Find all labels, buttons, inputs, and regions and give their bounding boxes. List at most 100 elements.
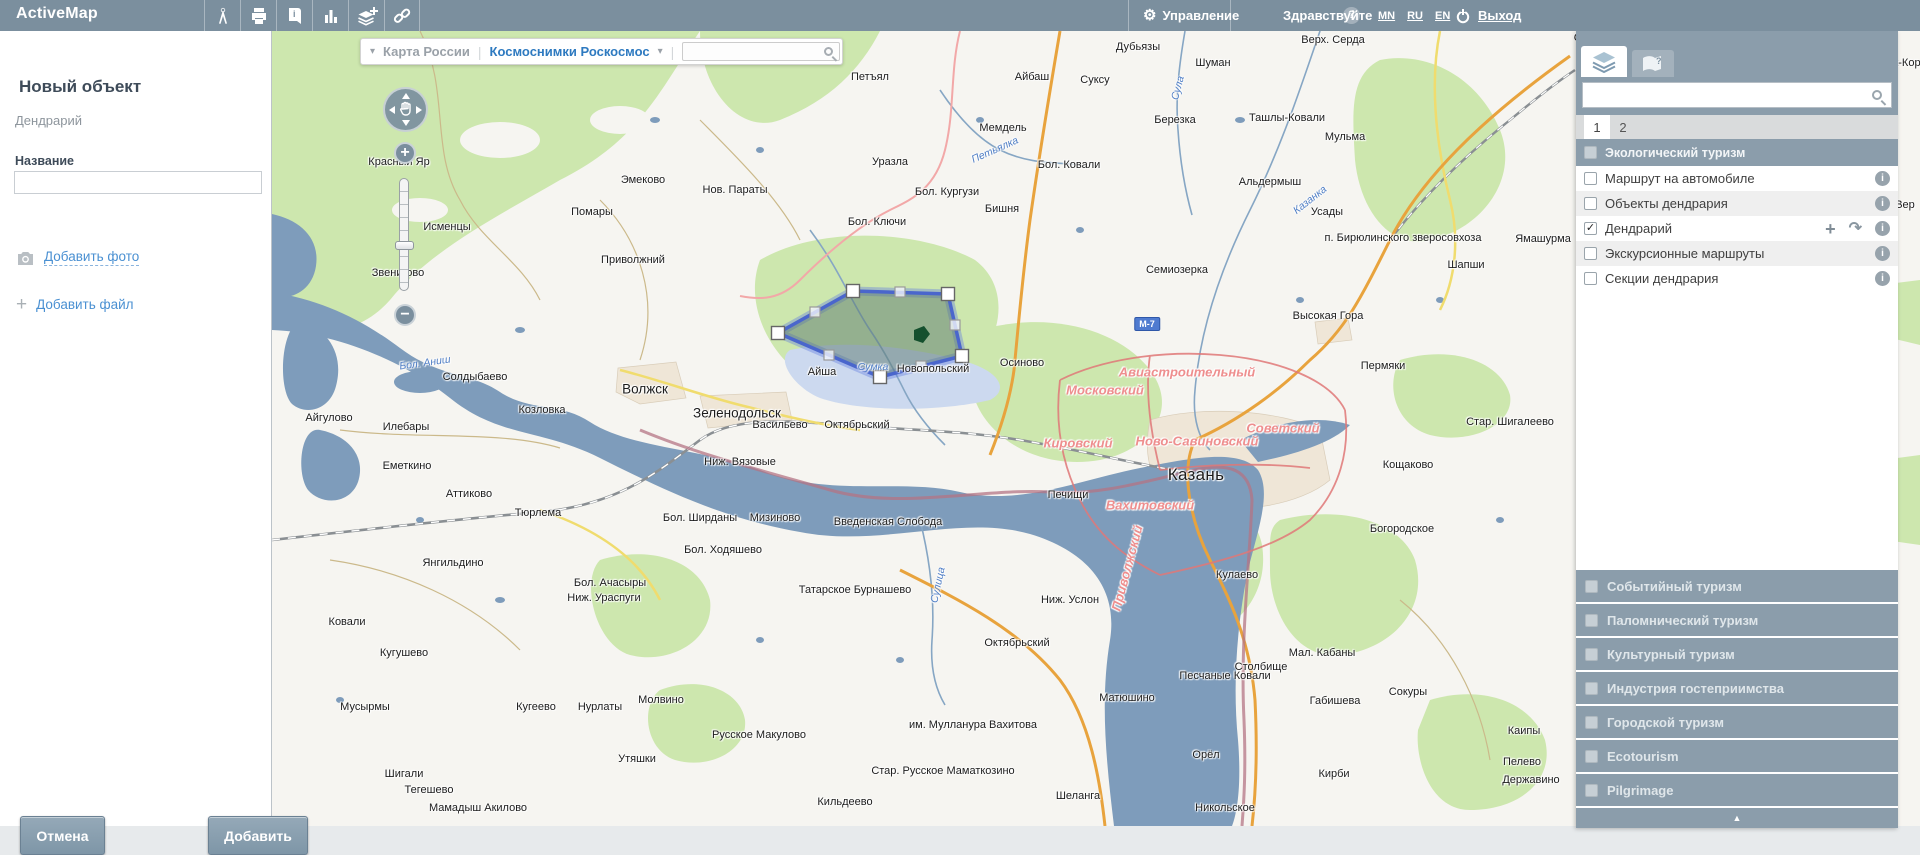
checkbox-unchecked[interactable] — [1584, 272, 1597, 285]
layers-icon — [1590, 50, 1618, 74]
add-photo-button[interactable]: Добавить фото — [16, 249, 139, 266]
layers-search-input[interactable] — [1582, 82, 1892, 108]
group-title: Ecotourism — [1607, 749, 1679, 764]
add-file-label: Добавить файл — [36, 297, 133, 312]
layer-group-expanded[interactable]: Экологический туризм — [1576, 139, 1898, 166]
layer-group-collapsed[interactable]: Ecotourism — [1576, 738, 1898, 772]
layer-group-collapsed[interactable]: Индустрия гостеприимства — [1576, 670, 1898, 704]
cancel-button[interactable]: Отмена — [20, 816, 105, 855]
road-shield: М-7 — [1134, 317, 1160, 331]
undo-icon[interactable]: ↷ — [1849, 221, 1862, 237]
layer-group-collapsed[interactable]: Городской туризм — [1576, 704, 1898, 738]
language-switcher: MN RU EN — [1378, 0, 1450, 31]
layer-page-1[interactable]: 1 — [1584, 115, 1610, 139]
measure-icon[interactable] — [204, 0, 240, 31]
layer-row[interactable]: ✓Дендрарий+↷i — [1576, 216, 1898, 241]
layer-row[interactable]: Секции дендрария i — [1576, 266, 1898, 291]
print-icon[interactable] — [240, 0, 276, 31]
group-checkbox[interactable] — [1585, 682, 1598, 695]
collapse-panel-button[interactable]: ▲ — [1576, 806, 1898, 828]
search-icon[interactable] — [1872, 90, 1882, 100]
tab-layers[interactable] — [1581, 46, 1627, 77]
midpoint-handle[interactable] — [950, 320, 960, 330]
midpoint-handle[interactable] — [916, 361, 926, 371]
group-checkbox[interactable] — [1585, 614, 1598, 627]
group-title: Событийный туризм — [1607, 579, 1742, 594]
group-checkbox[interactable] — [1585, 716, 1598, 729]
zoom-in-button[interactable]: + — [394, 142, 416, 164]
top-bar: ActiveMap i ⚙ Управление Здравствуйте ? … — [0, 0, 1920, 31]
checkbox-unchecked[interactable] — [1584, 172, 1597, 185]
layer-label: Секции дендрария — [1605, 271, 1862, 286]
group-checkbox[interactable] — [1584, 146, 1597, 159]
divider: | — [671, 44, 675, 60]
group-checkbox[interactable] — [1585, 648, 1598, 661]
map-search-input[interactable] — [682, 42, 840, 61]
layer-group-collapsed[interactable]: Событийный туризм — [1576, 568, 1898, 602]
info-icon[interactable]: i — [1875, 221, 1890, 236]
layer-group-collapsed[interactable]: Pilgrimage — [1576, 772, 1898, 806]
layer-row[interactable]: Экскурсионные маршрутыi — [1576, 241, 1898, 266]
chevron-down-icon[interactable]: ▾ — [370, 46, 375, 57]
zoom-out-button[interactable]: − — [394, 304, 416, 326]
group-title: Экологический туризм — [1605, 146, 1745, 160]
logout-button[interactable]: Выход — [1455, 0, 1521, 31]
add-object-icon[interactable]: + — [1825, 220, 1836, 238]
checkbox-checked[interactable]: ✓ — [1584, 222, 1597, 235]
management-button[interactable]: ⚙ Управление — [1143, 0, 1239, 31]
info-icon[interactable]: i — [1875, 171, 1890, 186]
checkbox-unchecked[interactable] — [1584, 197, 1597, 210]
svg-text:?: ? — [1656, 56, 1662, 66]
vertex-handle[interactable] — [847, 285, 860, 298]
divider — [1230, 0, 1231, 31]
layer-row[interactable]: Маршрут на автомобилеi — [1576, 166, 1898, 191]
pan-control[interactable] — [383, 87, 428, 132]
link-icon[interactable] — [384, 0, 420, 31]
info-icon[interactable]: i — [1875, 246, 1890, 261]
zoom-slider-handle[interactable] — [395, 241, 414, 250]
midpoint-handle[interactable] — [824, 350, 834, 360]
midpoint-handle[interactable] — [895, 287, 905, 297]
pan-down-icon[interactable] — [402, 120, 410, 126]
svg-text:i: i — [293, 9, 296, 19]
pan-left-icon[interactable] — [389, 106, 395, 114]
group-checkbox[interactable] — [1585, 580, 1598, 593]
app-logo: ActiveMap — [16, 5, 98, 23]
vertex-handle[interactable] — [874, 371, 887, 384]
layer-list: Маршрут на автомобилеiОбъекты дендрарияi… — [1576, 166, 1898, 291]
lang-link-en[interactable]: EN — [1435, 10, 1450, 22]
vertex-handle[interactable] — [956, 350, 969, 363]
divider — [1128, 0, 1129, 31]
lang-link-ru[interactable]: RU — [1407, 10, 1423, 22]
layer-page-2[interactable]: 2 — [1610, 115, 1636, 139]
divider: | — [478, 44, 482, 60]
group-checkbox[interactable] — [1585, 750, 1598, 763]
layer-group-collapsed[interactable]: Культурный туризм — [1576, 636, 1898, 670]
group-title: Культурный туризм — [1607, 647, 1735, 662]
info-icon[interactable]: i — [1875, 196, 1890, 211]
group-checkbox[interactable] — [1585, 784, 1598, 797]
pan-right-icon[interactable] — [416, 106, 422, 114]
pan-up-icon[interactable] — [402, 93, 410, 99]
guide-icon[interactable]: i — [276, 0, 312, 31]
vertex-handle[interactable] — [942, 288, 955, 301]
tab-legend[interactable]: ? — [1632, 50, 1674, 77]
lang-link-mn[interactable]: MN — [1378, 10, 1395, 22]
overlay-select[interactable]: Космоснимки Роскосмос — [490, 44, 650, 59]
stats-icon[interactable] — [312, 0, 348, 31]
checkbox-unchecked[interactable] — [1584, 247, 1597, 260]
map-toolbar: ▾ Карта России | Космоснимки Роскосмос ▾… — [360, 38, 843, 65]
add-file-button[interactable]: + Добавить файл — [16, 295, 134, 314]
info-icon[interactable]: i — [1875, 271, 1890, 286]
help-button[interactable]: ? — [1343, 7, 1360, 24]
chevron-down-icon[interactable]: ▾ — [658, 46, 663, 57]
layer-row[interactable]: Объекты дендрарияi — [1576, 191, 1898, 216]
vertex-handle[interactable] — [772, 327, 785, 340]
add-layer-icon[interactable] — [348, 0, 384, 31]
submit-button[interactable]: Добавить — [208, 816, 308, 855]
midpoint-handle[interactable] — [810, 307, 820, 317]
zoom-slider[interactable] — [399, 178, 409, 291]
layer-group-collapsed[interactable]: Паломнический туризм — [1576, 602, 1898, 636]
basemap-select[interactable]: Карта России — [383, 44, 470, 59]
name-input[interactable] — [14, 171, 262, 194]
